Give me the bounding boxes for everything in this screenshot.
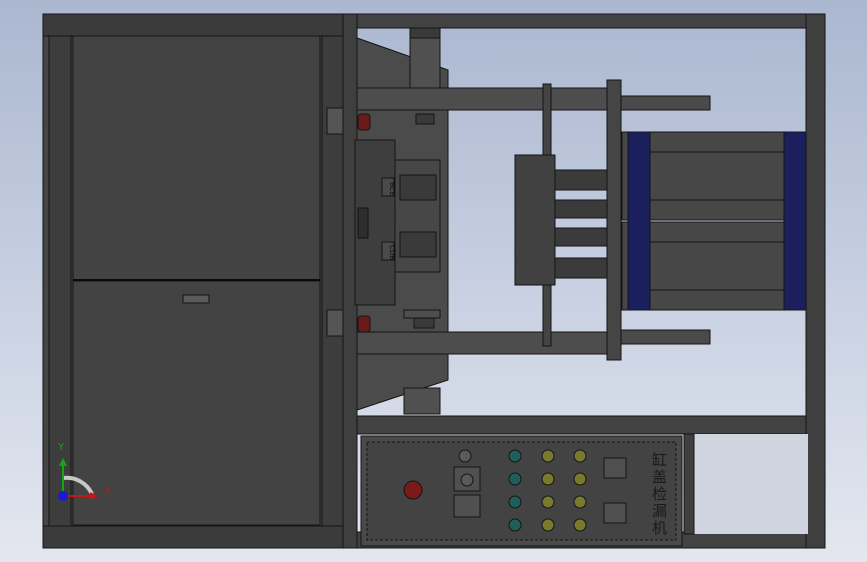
indicator-light-yellow-2 [541, 472, 555, 486]
cad-viewport[interactable]: BCE CDB [0, 0, 867, 562]
indicator-light-yellow-5 [573, 449, 587, 463]
emergency-stop-button[interactable] [403, 480, 423, 500]
clamp-plate [514, 79, 622, 361]
indicator-light-yellow-1 [541, 449, 555, 463]
pneumatic-cylinders [621, 131, 807, 311]
indicator-light-yellow-3 [541, 495, 555, 509]
fixture-assembly [354, 27, 449, 415]
indicator-light-green-2 [508, 472, 522, 486]
indicator-light-green-4 [508, 518, 522, 532]
stop-button[interactable] [603, 502, 627, 524]
start-button[interactable] [603, 457, 627, 479]
indicator-light-yellow-4 [541, 518, 555, 532]
key-switch-icon[interactable] [458, 449, 472, 463]
panel-title: 缸盖检漏机 [650, 452, 668, 537]
door-handle-icon[interactable] [182, 294, 210, 304]
indicator-light-yellow-8 [573, 518, 587, 532]
axis-x-label: X [104, 486, 111, 497]
indicator-light-yellow-6 [573, 472, 587, 486]
left-cabinet [42, 13, 356, 549]
sensor-label-1: BCE [388, 182, 396, 196]
indicator-light-green-3 [508, 495, 522, 509]
indicator-light-yellow-7 [573, 495, 587, 509]
control-button[interactable] [453, 494, 481, 518]
sensor-label-2: CDB [388, 245, 396, 260]
indicator-light-green-1 [508, 449, 522, 463]
axis-y-label: Y [58, 442, 65, 453]
control-panel [360, 435, 683, 547]
